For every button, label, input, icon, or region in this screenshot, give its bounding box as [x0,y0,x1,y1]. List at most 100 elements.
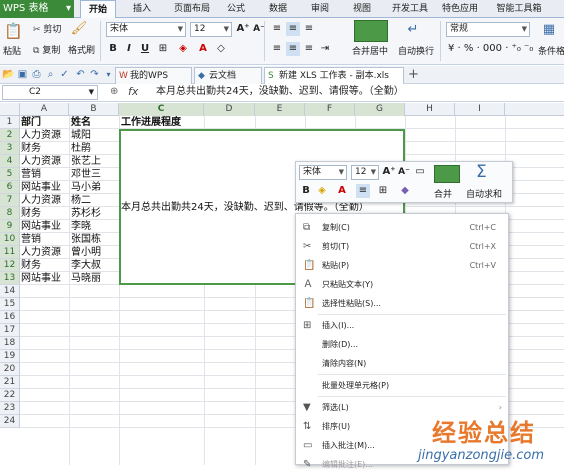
align-top-icon[interactable]: ≡ [270,22,284,36]
row-header[interactable]: 24 [0,415,20,428]
row-header[interactable]: 9 [0,220,20,233]
column-header[interactable]: A [20,103,69,116]
cell-dept[interactable]: 营销 [21,233,41,246]
menu-developer[interactable]: 开发工具 [386,0,434,18]
grow-font-icon[interactable]: A⁺ [236,22,250,36]
column-header[interactable]: B [69,103,119,116]
row-header[interactable]: 15 [0,298,20,311]
align-bottom-icon[interactable]: ≡ [302,22,316,36]
cell-name[interactable]: 张艺上 [71,155,101,168]
column-header[interactable]: D [204,103,255,116]
row-header[interactable]: 19 [0,350,20,363]
italic-button[interactable]: I [122,42,136,56]
cell-name[interactable]: 苏杉杉 [71,207,101,220]
column-header[interactable]: G [355,103,405,116]
menu-page-layout[interactable]: 页面布局 [166,0,218,18]
formula-input[interactable]: 本月总共出勤共24天，没缺勤、迟到、请假等。（全勤） [152,85,562,100]
row-header[interactable]: 10 [0,233,20,246]
merge-center-button[interactable]: 合并居中 [352,44,388,57]
indent-icon[interactable]: ⇥ [318,42,332,56]
conditional-format-icon[interactable]: ▦ [540,22,558,40]
row-header[interactable]: 1 [0,116,20,129]
context-menu-item[interactable]: ⧉ 复制(C) Ctrl+C [296,218,508,237]
context-menu-item[interactable]: Ａ 只粘贴文本(Y) [296,275,508,294]
row-header[interactable]: 13 [0,272,20,285]
cell-name[interactable]: 杜鹃 [71,142,91,155]
menu-smart-tools[interactable]: 智能工具箱 [488,0,550,18]
row-header[interactable]: 21 [0,376,20,389]
cell-name[interactable]: 马小弟 [71,181,101,194]
cell-dept[interactable]: 人力资源 [21,155,61,168]
wrap-text-icon[interactable]: ↵ [404,22,422,40]
cell-dept[interactable]: 财务 [21,259,41,272]
paste-icon[interactable]: 📋 [4,22,23,40]
align-left-icon[interactable]: ≡ [270,42,284,56]
cell-dept[interactable]: 人力资源 [21,194,61,207]
menu-insert[interactable]: 插入 [126,0,158,18]
row-header[interactable]: 8 [0,207,20,220]
row-header[interactable]: 14 [0,285,20,298]
format-painter-icon[interactable]: 🖌 [70,21,88,39]
menu-data[interactable]: 数据 [262,0,294,18]
column-header[interactable]: C [119,103,204,116]
tab-my-wps[interactable]: W 我的WPS [115,67,192,84]
cell-dept[interactable]: 财务 [21,142,41,155]
cell-dept[interactable]: 营销 [21,168,41,181]
context-menu-item[interactable]: 批量处理单元格(P) [296,376,508,395]
chevron-down-icon[interactable]: ▾ [102,68,115,81]
number-buttons[interactable]: ¥ · % · 000 · ⁺₀ ⁻₀ [448,43,533,54]
cell-name[interactable]: 杨二 [71,194,91,207]
cell-name[interactable]: 城阳 [71,129,91,142]
cell-dept[interactable]: 网站事业 [21,181,61,194]
menu-review[interactable]: 审阅 [304,0,336,18]
sum-icon[interactable]: Σ [476,162,487,182]
menu-formula[interactable]: 公式 [220,0,252,18]
open-icon[interactable]: 📂 [2,68,15,81]
mini-merge-button[interactable]: 合并 [434,187,452,200]
cell-name[interactable]: 邓世三 [71,168,101,181]
row-header[interactable]: 18 [0,337,20,350]
clear-format-icon[interactable]: ◇ [214,42,228,56]
comment-icon[interactable]: ▭ [413,165,427,179]
border-icon[interactable]: ⊞ [376,184,390,198]
cell-name[interactable]: 张国栋 [71,233,101,246]
row-header[interactable]: 23 [0,402,20,415]
select-all-corner[interactable] [0,103,20,116]
undo-icon[interactable]: ↶ [74,68,87,81]
align-right-icon[interactable]: ≡ [302,42,316,56]
column-header[interactable]: H [405,103,455,116]
grow-font-icon[interactable]: A⁺ [382,165,396,179]
conditional-format-button[interactable]: 条件格 [538,44,564,57]
cell-name[interactable]: 曾小明 [71,246,101,259]
context-menu-item[interactable]: 📋 粘贴(P) Ctrl+V [296,256,508,275]
new-tab-button[interactable]: + [408,67,419,82]
align-center-icon[interactable]: ≡ [356,184,370,198]
border-icon[interactable]: ⊞ [156,42,170,56]
shrink-font-icon[interactable]: A⁻ [397,165,411,179]
cell-dept[interactable]: 人力资源 [21,129,61,142]
font-color-icon[interactable]: A [196,42,210,56]
cell-dept[interactable]: 人力资源 [21,246,61,259]
app-menu-button[interactable]: WPS 表格 ▾ [0,0,74,18]
context-menu-item[interactable]: 删除(D)... [296,335,508,354]
row-header[interactable]: 17 [0,324,20,337]
underline-button[interactable]: U [138,42,152,56]
align-middle-icon[interactable]: ≡ [286,22,300,36]
cell-dept[interactable]: 财务 [21,207,41,220]
fill-color-icon[interactable]: ◈ [315,184,329,198]
header-progress[interactable]: 工作进展程度 [121,116,181,129]
row-header[interactable]: 6 [0,181,20,194]
name-box[interactable]: C2 ▼ [2,85,98,100]
number-format-select[interactable]: 常规 ▼ [446,22,530,37]
context-menu-item[interactable]: ✂ 剪切(T) Ctrl+X [296,237,508,256]
menu-view[interactable]: 视图 [346,0,378,18]
font-size-select[interactable]: 12 ▼ [190,22,232,37]
print-preview-icon[interactable]: ⌕ [44,68,57,81]
cell-dept[interactable]: 网站事业 [21,272,61,285]
row-header[interactable]: 4 [0,155,20,168]
merge-icon[interactable] [434,165,460,183]
bold-button[interactable]: B [106,42,120,56]
row-header[interactable]: 5 [0,168,20,181]
cut-button[interactable]: ✂ 剪切 [33,22,61,35]
fx-button[interactable]: fx [128,85,138,98]
